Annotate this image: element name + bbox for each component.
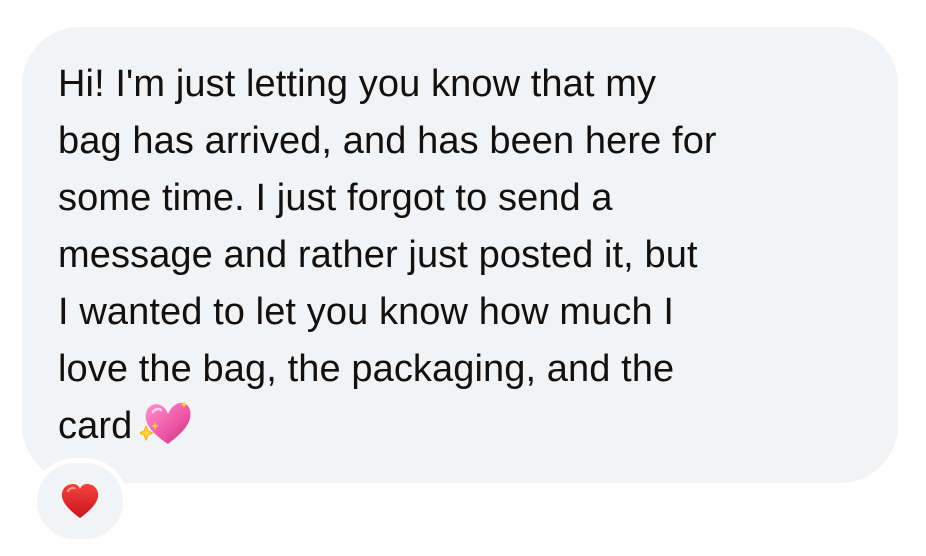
message-bubble[interactable]: Hi! I'm just letting you know that my ba… [22,27,898,483]
message-line: I wanted to let you know how much I [58,291,675,333]
message-line: message and rather just posted it, but [58,234,698,276]
sparkling-heart-icon [138,400,192,446]
red-heart-icon [61,484,99,518]
message-line-text: card [58,405,133,447]
message-line: some time. I just forgot to send a [58,177,613,219]
message-text: Hi! I'm just letting you know that my ba… [58,56,878,455]
reaction-badge[interactable] [32,458,128,544]
message-line: bag has arrived, and has been here for [58,120,717,162]
message-line: Hi! I'm just letting you know that my [58,63,657,105]
message-last-line: card [58,398,878,455]
message-line: love the bag, the packaging, and the [58,348,675,390]
